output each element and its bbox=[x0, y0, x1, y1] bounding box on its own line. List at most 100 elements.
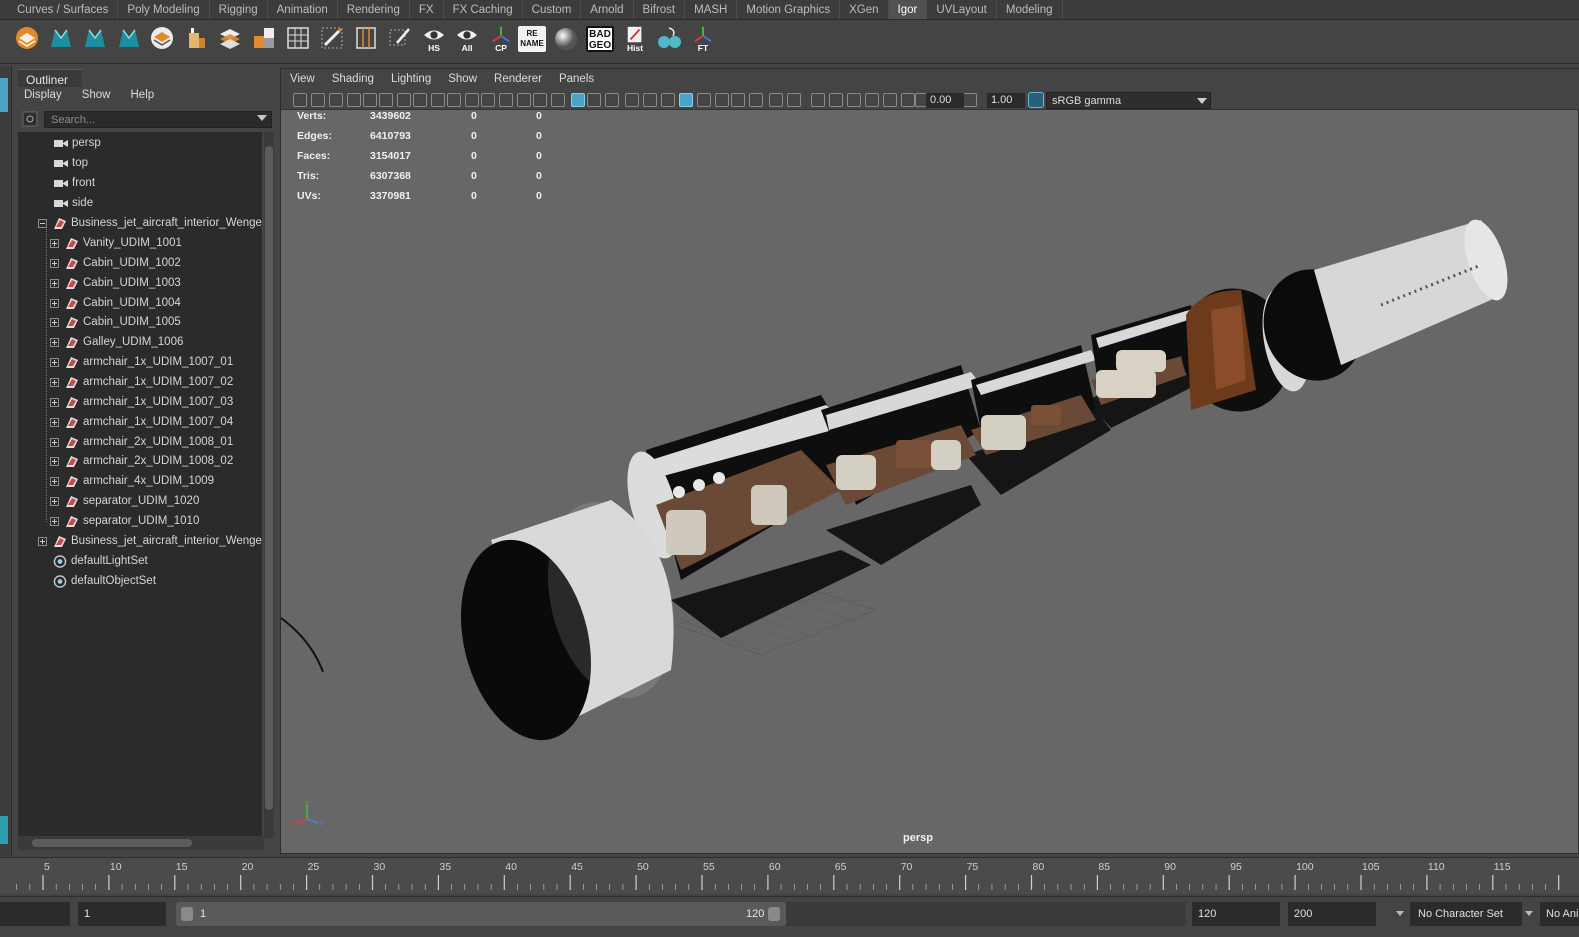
gamma-field[interactable]: 1.00 bbox=[987, 93, 1025, 108]
frame-all-icon[interactable] bbox=[769, 93, 783, 107]
grease-pencil-icon[interactable] bbox=[379, 93, 393, 107]
color-space-select[interactable]: sRGB gamma bbox=[1046, 92, 1211, 109]
outliner-search-input[interactable]: Search... bbox=[44, 111, 272, 128]
expand-toggle-icon[interactable] bbox=[50, 516, 59, 526]
range-slider[interactable]: 1 120 bbox=[176, 902, 786, 926]
outliner-menu-show[interactable]: Show bbox=[72, 87, 121, 107]
tree-item-child[interactable]: Galley_UDIM_1006 bbox=[18, 333, 262, 353]
expand-toggle-icon[interactable] bbox=[38, 537, 47, 546]
viewport-menu-panels[interactable]: Panels bbox=[550, 69, 602, 90]
expand-toggle-icon[interactable] bbox=[50, 437, 59, 447]
filter-icon[interactable] bbox=[22, 111, 38, 127]
exposure-field[interactable]: 0.00 bbox=[926, 93, 964, 108]
shelf-tab-custom[interactable]: Custom bbox=[523, 0, 582, 19]
viewport-menu-renderer[interactable]: Renderer bbox=[485, 69, 550, 90]
tree-item-top[interactable]: top bbox=[18, 154, 262, 174]
tree-item-child[interactable]: Cabin_UDIM_1002 bbox=[18, 254, 262, 274]
layer-stack-icon[interactable] bbox=[147, 23, 177, 59]
range-end-handle[interactable] bbox=[768, 907, 780, 921]
animation-end-field[interactable]: 200 bbox=[1288, 902, 1376, 926]
toolbox-active-marker[interactable] bbox=[0, 816, 8, 844]
tree-item-child[interactable]: Cabin_UDIM_1005 bbox=[18, 313, 262, 333]
camera-attr-icon[interactable] bbox=[293, 93, 307, 107]
tree-item-child[interactable]: armchair_1x_UDIM_1007_04 bbox=[18, 413, 262, 433]
chevron-down-icon[interactable] bbox=[1525, 911, 1533, 916]
tree-item-default-light-set[interactable]: defaultLightSet bbox=[18, 552, 262, 572]
eye-all-icon[interactable]: All bbox=[452, 23, 482, 59]
tree-item-group-2[interactable]: Business_jet_aircraft_interior_Wenge_ bbox=[18, 532, 262, 552]
shelf-tab-modeling[interactable]: Modeling bbox=[997, 0, 1063, 19]
tree-item-front[interactable]: front bbox=[18, 174, 262, 194]
3d-scene[interactable] bbox=[281, 110, 1579, 855]
grid-toggle-icon[interactable] bbox=[397, 93, 411, 107]
image-plane-icon[interactable] bbox=[363, 93, 377, 107]
film-gate-icon[interactable] bbox=[413, 93, 427, 107]
scrollbar-thumb[interactable] bbox=[32, 839, 192, 847]
ao-icon[interactable] bbox=[679, 93, 693, 107]
dof-icon[interactable] bbox=[731, 93, 745, 107]
shelf-tab-poly-modeling[interactable]: Poly Modeling bbox=[118, 0, 210, 19]
tree-item-side[interactable]: side bbox=[18, 194, 262, 214]
tree-item-child[interactable]: separator_UDIM_1020 bbox=[18, 492, 262, 512]
axis-cp-icon[interactable]: CP bbox=[486, 23, 516, 59]
xray-joints-icon[interactable] bbox=[643, 93, 657, 107]
hud-toggle-icon[interactable] bbox=[865, 93, 879, 107]
camera-bookmark-icon[interactable] bbox=[329, 93, 343, 107]
aa-icon[interactable] bbox=[715, 93, 729, 107]
tree-item-child[interactable]: armchair_1x_UDIM_1007_01 bbox=[18, 353, 262, 373]
xray-icon[interactable] bbox=[625, 93, 639, 107]
pivot-box-icon[interactable] bbox=[181, 23, 211, 59]
tree-item-child[interactable]: Cabin_UDIM_1003 bbox=[18, 274, 262, 294]
outliner-horizontal-scrollbar[interactable] bbox=[18, 836, 264, 850]
anim-layer-select[interactable]: No Anim Layer bbox=[1540, 902, 1579, 926]
backface-icon[interactable] bbox=[661, 93, 675, 107]
outliner-menu-help[interactable]: Help bbox=[121, 87, 165, 107]
expand-toggle-icon[interactable] bbox=[50, 497, 59, 507]
component-xray-icon[interactable] bbox=[847, 93, 861, 107]
depth-icon[interactable] bbox=[883, 93, 897, 107]
playback-start-field[interactable] bbox=[0, 902, 70, 926]
outliner-vertical-scrollbar[interactable] bbox=[264, 132, 274, 838]
expand-toggle-icon[interactable] bbox=[50, 457, 59, 467]
frame-selected-icon[interactable] bbox=[787, 93, 801, 107]
shelf-tab-igor[interactable]: Igor bbox=[888, 0, 928, 19]
camera-lock-icon[interactable] bbox=[311, 93, 325, 107]
stacked-planes-icon[interactable] bbox=[215, 23, 245, 59]
expand-toggle-icon[interactable] bbox=[50, 477, 59, 487]
safe-action-icon[interactable] bbox=[481, 93, 495, 107]
lights-icon[interactable] bbox=[587, 93, 601, 107]
playback-end-field[interactable]: 120 bbox=[1192, 902, 1280, 926]
shelf-tab-curves-surfaces[interactable]: Curves / Surfaces bbox=[8, 0, 119, 19]
expand-toggle-icon[interactable] bbox=[50, 397, 59, 407]
rename-button[interactable]: RE NAME bbox=[517, 23, 547, 59]
tree-item-default-object-set[interactable]: defaultObjectSet bbox=[18, 572, 262, 592]
tree-item-group-1[interactable]: Business_jet_aircraft_interior_Wenge_ bbox=[18, 214, 262, 234]
expand-toggle-icon[interactable] bbox=[50, 258, 59, 268]
maya-teal-icon-2[interactable] bbox=[80, 23, 110, 59]
tree-item-child[interactable]: armchair_2x_UDIM_1008_02 bbox=[18, 452, 262, 472]
scrollbar-thumb[interactable] bbox=[265, 146, 273, 810]
shelf-tab-rendering[interactable]: Rendering bbox=[338, 0, 410, 19]
axis-ft-icon[interactable]: FT bbox=[688, 23, 718, 59]
shelf-tab-animation[interactable]: Animation bbox=[268, 0, 338, 19]
shelf-tab-fx-caching[interactable]: FX Caching bbox=[444, 0, 523, 19]
shadows-icon[interactable] bbox=[605, 93, 619, 107]
expand-toggle-icon[interactable] bbox=[50, 298, 59, 308]
eye-hs-icon[interactable]: HS bbox=[419, 23, 449, 59]
maya-teal-icon-1[interactable] bbox=[46, 23, 76, 59]
expand-toggle-icon[interactable] bbox=[50, 417, 59, 427]
tree-item-child[interactable]: separator_UDIM_1010 bbox=[18, 512, 262, 532]
smooth-shade-icon[interactable] bbox=[533, 93, 547, 107]
isolate-icon[interactable] bbox=[749, 93, 763, 107]
tree-item-child[interactable]: armchair_1x_UDIM_1007_03 bbox=[18, 393, 262, 413]
grid-icon[interactable] bbox=[283, 23, 313, 59]
isolate-select-icon[interactable] bbox=[811, 93, 825, 107]
layers-orange-icon[interactable] bbox=[12, 23, 42, 59]
bad-geo-button[interactable]: BAD GEO bbox=[585, 23, 615, 59]
tree-item-child[interactable]: armchair_2x_UDIM_1008_01 bbox=[18, 433, 262, 453]
shelf-tab-bifrost[interactable]: Bifrost bbox=[634, 0, 686, 19]
color-management-icon[interactable] bbox=[1028, 92, 1044, 108]
outliner-tab[interactable]: Outliner bbox=[18, 69, 82, 87]
tree-item-child[interactable]: armchair_4x_UDIM_1009 bbox=[18, 472, 262, 492]
shelf-tab-mash[interactable]: MASH bbox=[685, 0, 738, 19]
